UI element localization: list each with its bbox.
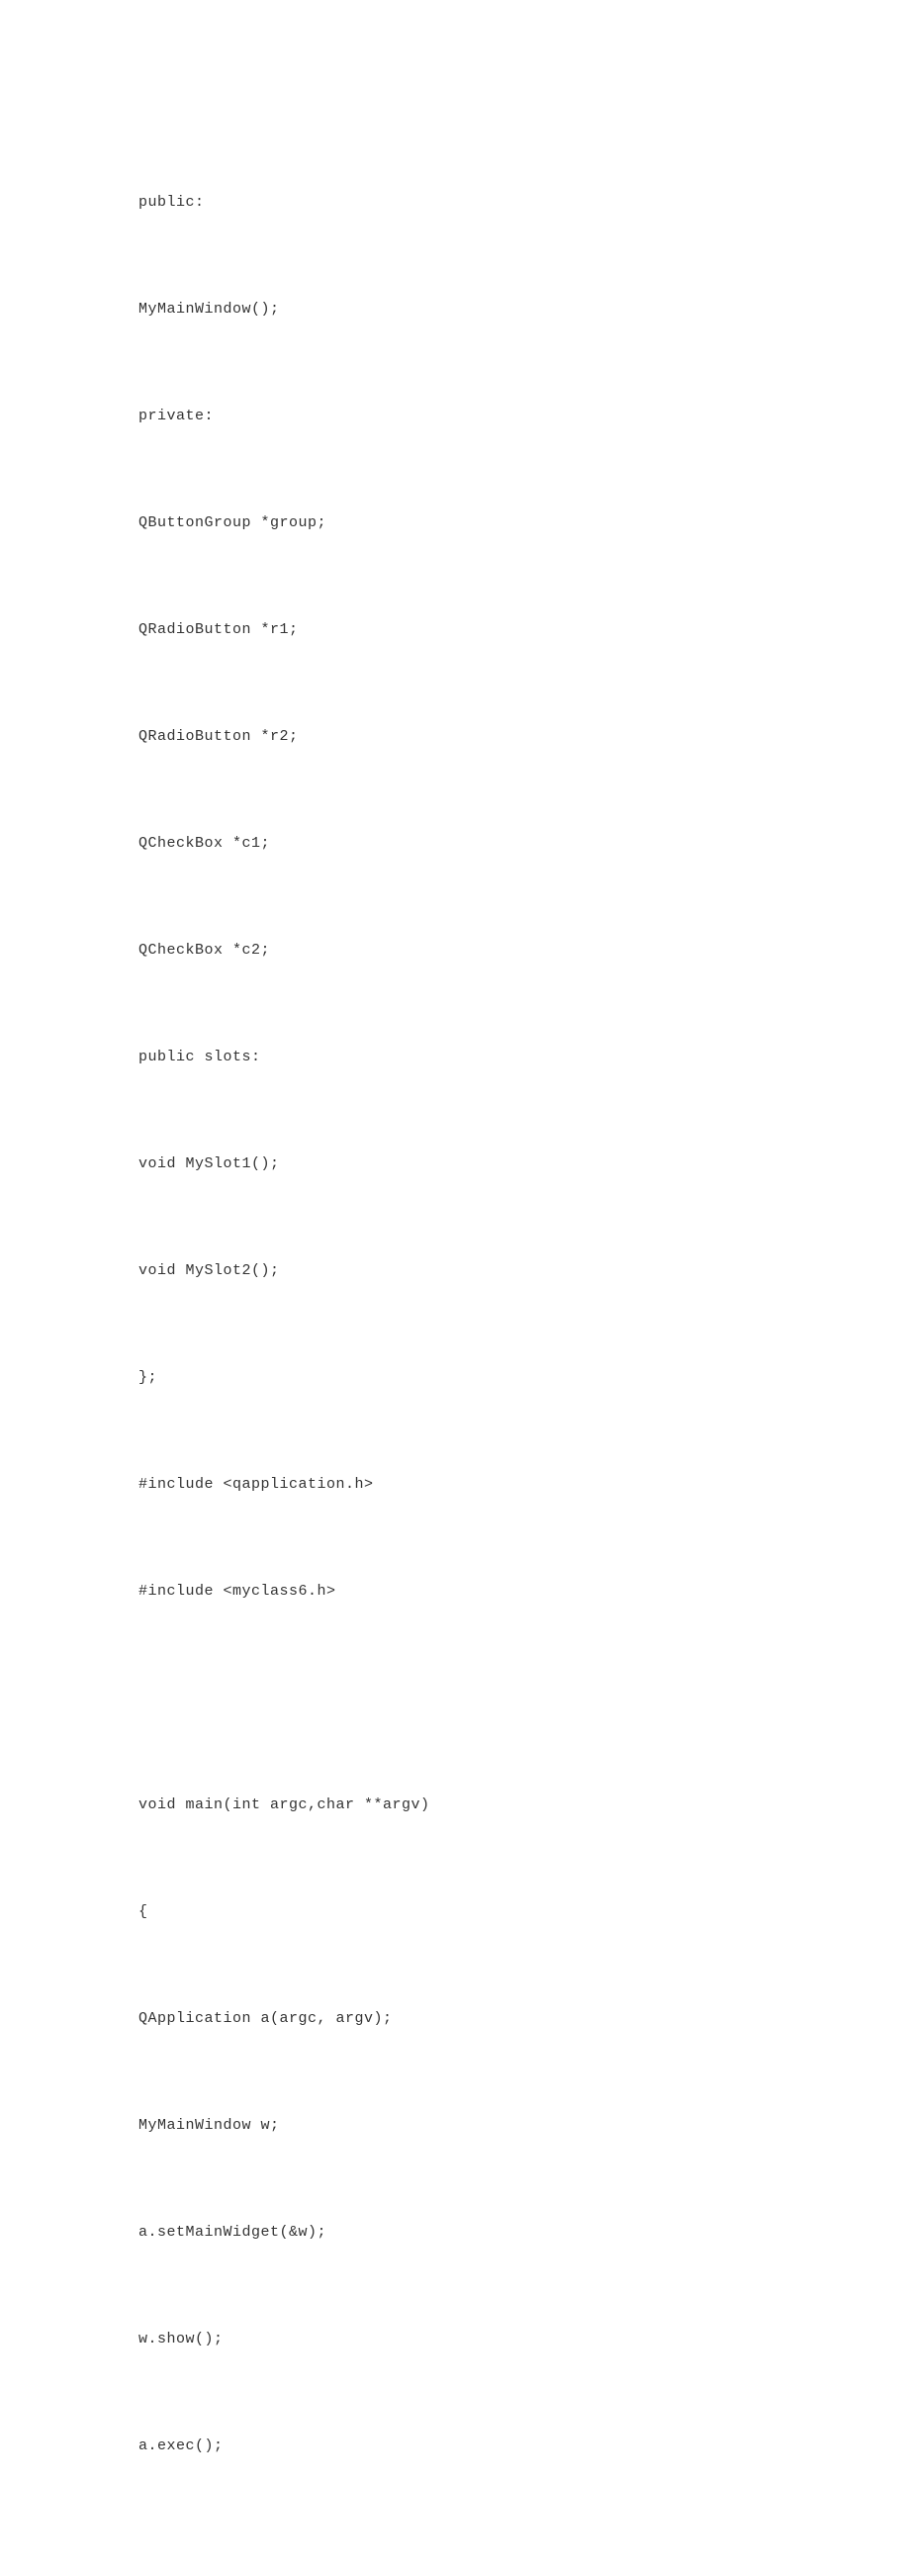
code-line: void main(int argc,char **argv) [138, 1788, 772, 1823]
code-line: void MySlot2(); [138, 1253, 772, 1289]
code-block-2: void main(int argc,char **argv) { QAppli… [138, 1716, 772, 2535]
code-line: #include <myclass6.h> [138, 1574, 772, 1610]
code-line: QCheckBox *c2; [138, 933, 772, 968]
code-line: { [138, 1894, 772, 1930]
code-line: QCheckBox *c1; [138, 826, 772, 862]
code-line: public: [138, 185, 772, 221]
code-line: a.exec(); [138, 2429, 772, 2464]
code-line: MyMainWindow w; [138, 2108, 772, 2144]
code-line: void MySlot1(); [138, 1147, 772, 1182]
code-line: }; [138, 1360, 772, 1396]
code-line: MyMainWindow(); [138, 292, 772, 327]
blank-line [138, 1681, 772, 1716]
code-line: a.setMainWidget(&w); [138, 2215, 772, 2251]
code-line: public slots: [138, 1040, 772, 1075]
document-page: public: MyMainWindow(); private: QButton… [0, 0, 910, 2576]
code-line: private: [138, 399, 772, 434]
code-line: QRadioButton *r1; [138, 612, 772, 648]
code-line: QButtonGroup *group; [138, 506, 772, 541]
code-line: #include <qapplication.h> [138, 1467, 772, 1503]
code-line: QApplication a(argc, argv); [138, 2001, 772, 2037]
code-block-1: public: MyMainWindow(); private: QButton… [138, 114, 772, 1681]
code-line: w.show(); [138, 2322, 772, 2357]
code-line: QRadioButton *r2; [138, 719, 772, 755]
